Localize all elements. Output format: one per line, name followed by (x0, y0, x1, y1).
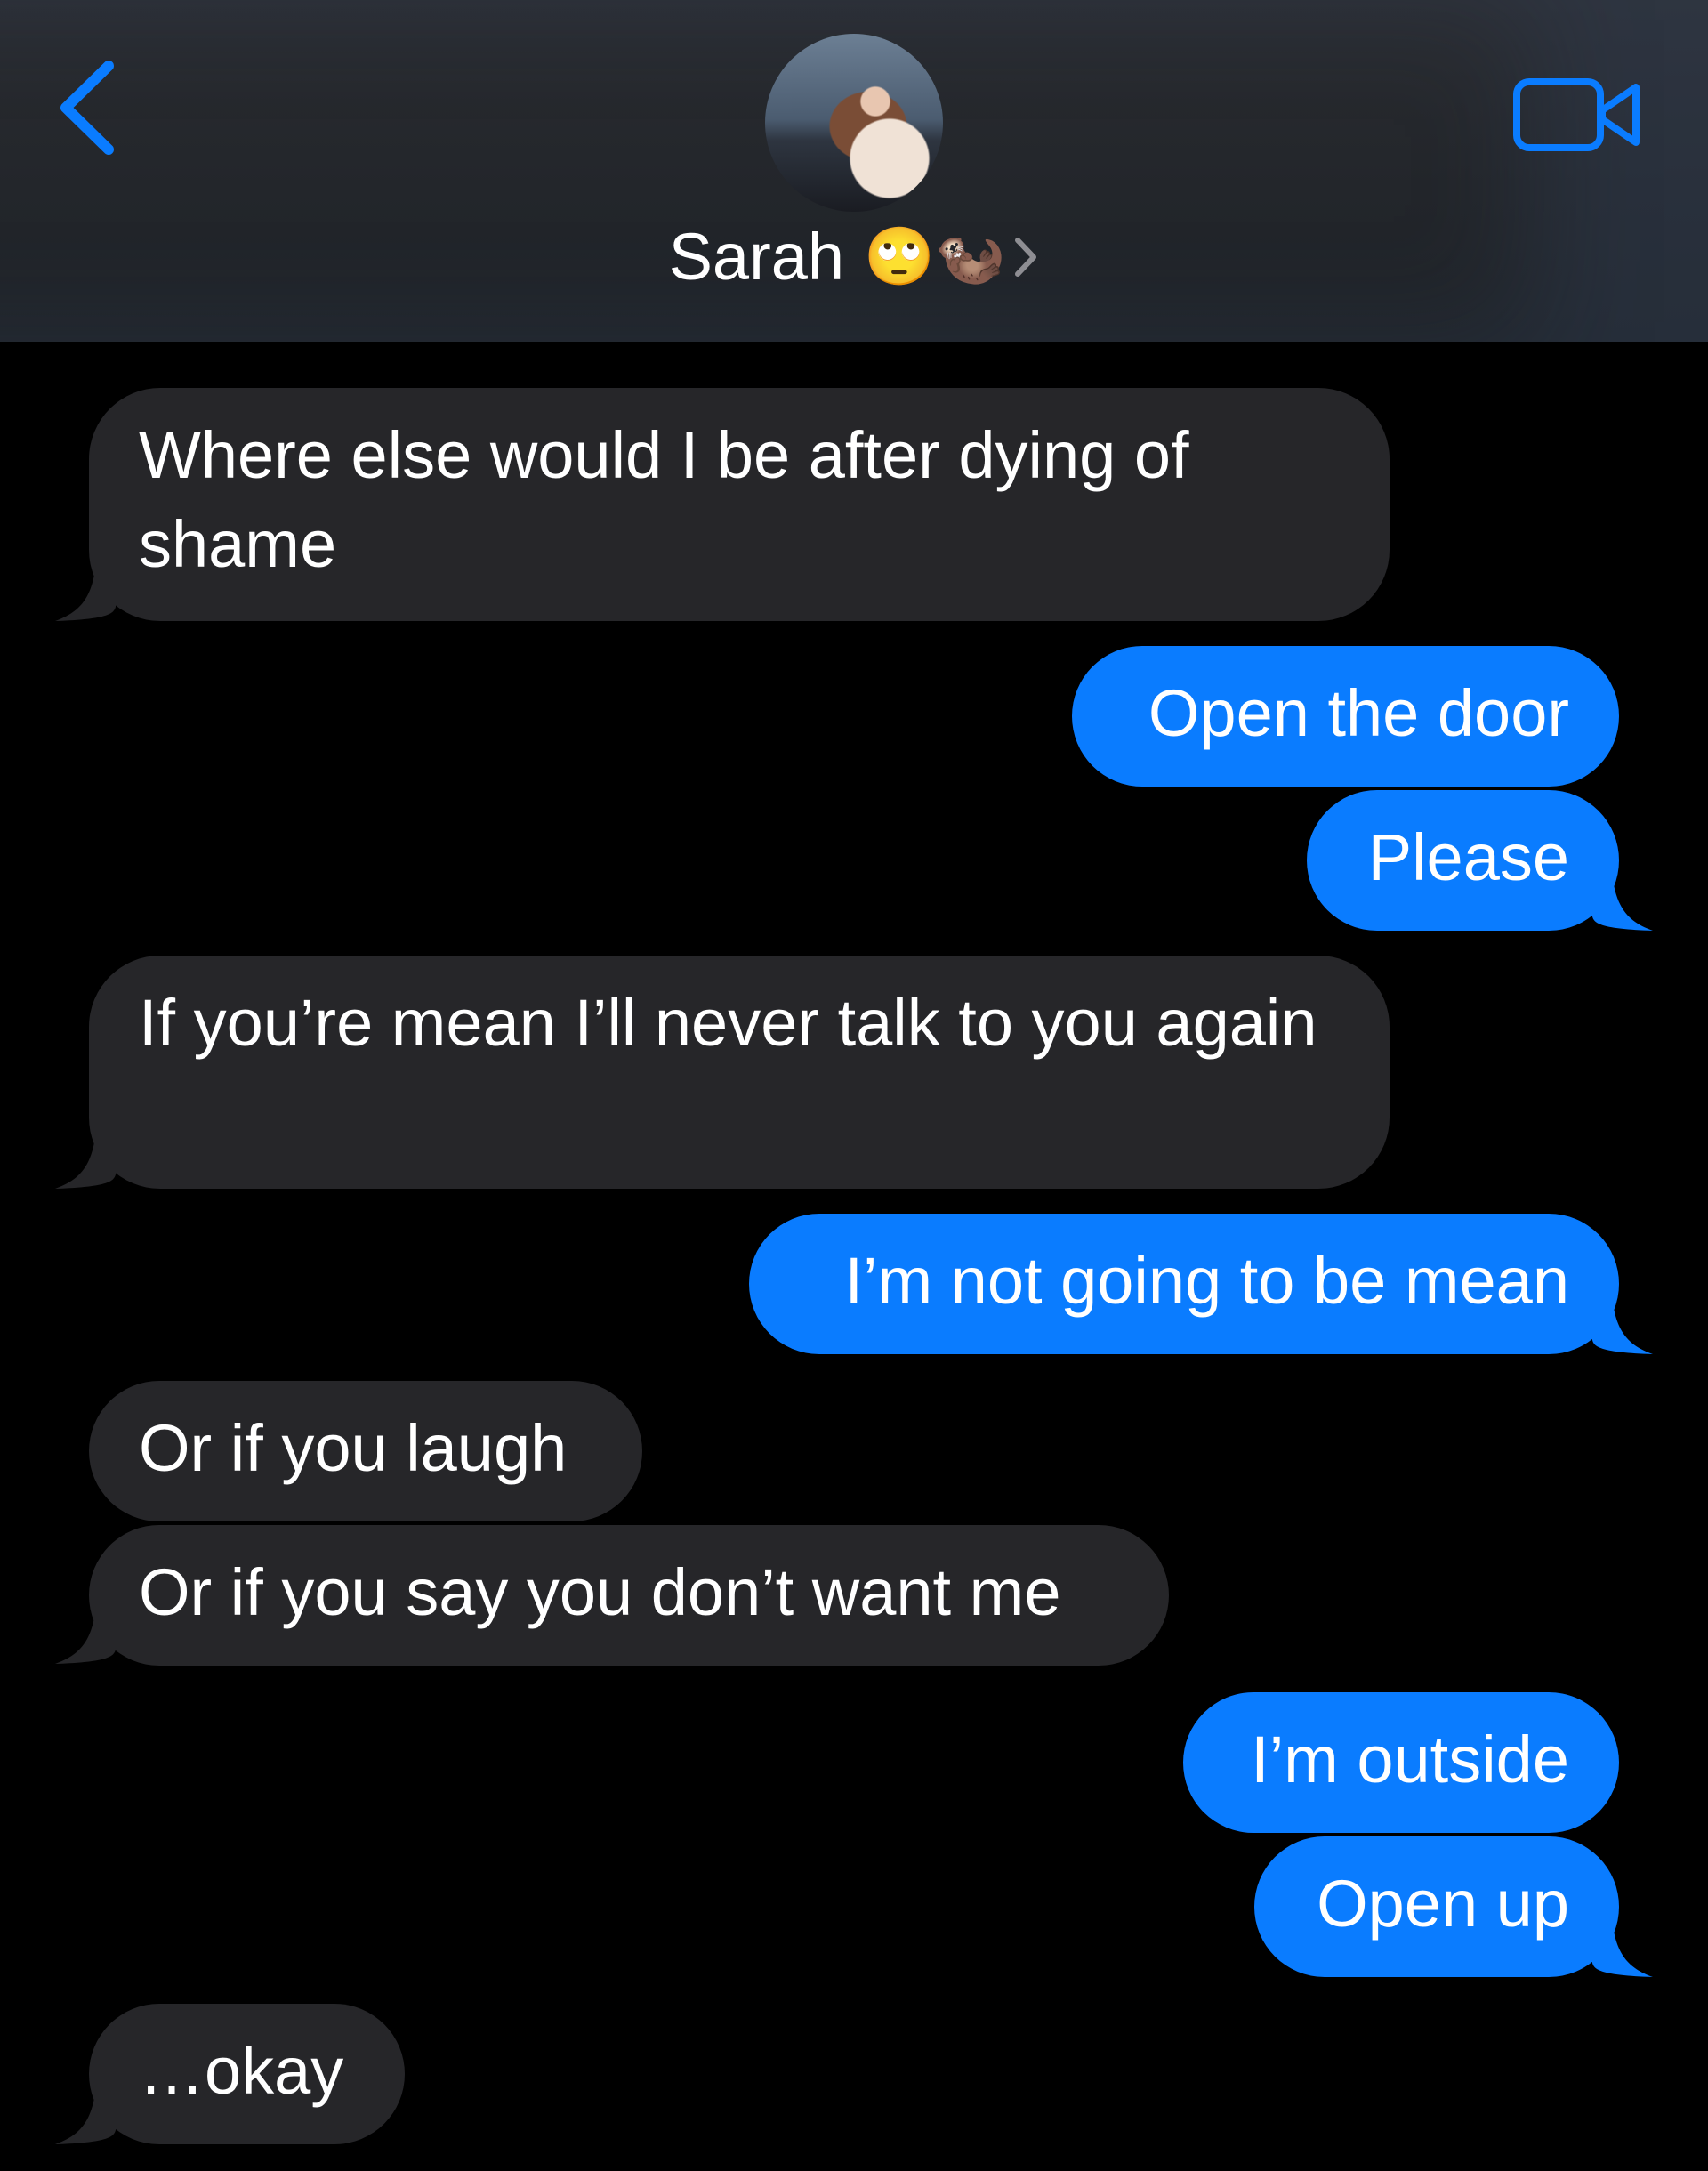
contact-emoji: 🙄🦦 (864, 224, 1006, 290)
avatar[interactable] (765, 34, 943, 212)
video-camera-icon[interactable] (1512, 75, 1642, 155)
bubble-tail (55, 562, 116, 621)
message-text: I’m not going to be mean (844, 1244, 1569, 1318)
bubble-tail (1592, 1295, 1653, 1354)
message-thread[interactable]: Where else would I be after dying of sha… (0, 342, 1708, 2171)
message-bubble[interactable]: Please (1307, 790, 1619, 931)
message-bubble[interactable]: Or if you say you don’t want me (89, 1525, 1169, 1666)
message-bubble[interactable]: I’m outside (1183, 1692, 1619, 1833)
message-text: Open up (1317, 1867, 1569, 1941)
bubble-tail (1592, 1918, 1653, 1977)
message-bubble[interactable]: …okay (89, 2004, 405, 2144)
message-text: Or if you say you don’t want me (139, 1555, 1061, 1629)
chevron-right-icon (1015, 237, 1037, 277)
message-text: I’m outside (1251, 1723, 1569, 1796)
message-text: …okay (139, 2034, 344, 2108)
message-bubble[interactable]: Open the door (1072, 646, 1619, 787)
message-text: Open the door (1148, 676, 1569, 750)
message-text: If you’re mean I’ll never talk to you ag… (139, 986, 1317, 1060)
conversation-header: Sarah 🙄🦦 (0, 0, 1708, 342)
contact-name: Sarah (668, 220, 845, 294)
message-bubble[interactable]: Or if you laugh (89, 1381, 642, 1521)
bubble-tail (55, 2086, 116, 2144)
message-text: Please (1367, 820, 1569, 894)
bubble-tail (1592, 872, 1653, 931)
message-bubble[interactable]: I’m not going to be mean (749, 1214, 1619, 1354)
message-text: Or if you laugh (139, 1411, 568, 1485)
message-bubble[interactable]: If you’re mean I’ll never talk to you ag… (89, 956, 1390, 1189)
bubble-tail (55, 1130, 116, 1189)
message-bubble[interactable]: Open up (1254, 1836, 1619, 1977)
message-text: Where else would I be after dying of sha… (139, 418, 1189, 581)
contact-name-button[interactable]: Sarah 🙄🦦 (0, 219, 1708, 295)
message-bubble[interactable]: Where else would I be after dying of sha… (89, 388, 1390, 621)
chevron-left-icon[interactable] (53, 59, 125, 157)
bubble-tail (55, 1605, 116, 1664)
